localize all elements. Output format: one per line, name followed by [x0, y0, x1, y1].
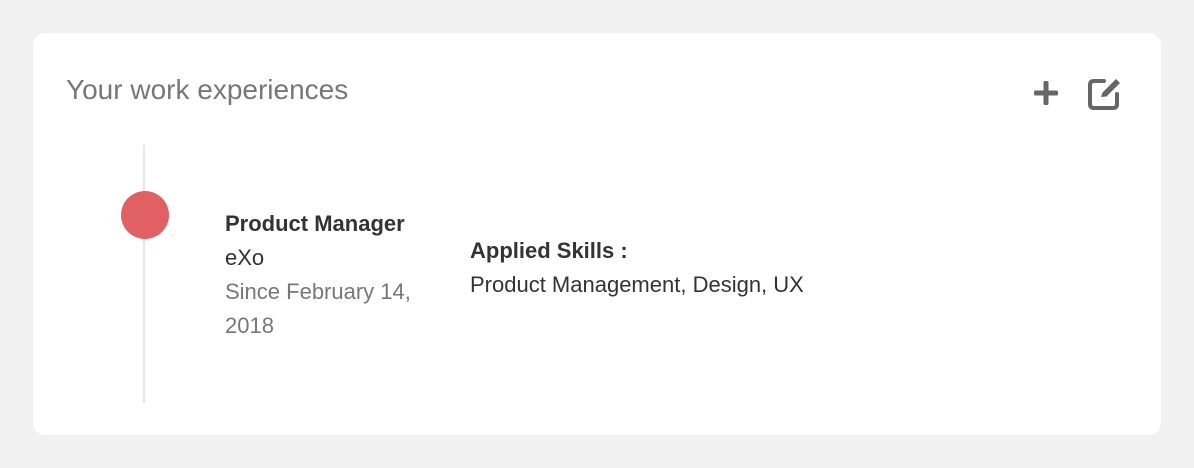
timeline-dot — [121, 191, 169, 239]
work-experiences-card: Your work experiences Product Manager eX… — [33, 33, 1161, 435]
add-experience-button[interactable] — [1026, 73, 1066, 113]
company-name: eXo — [225, 245, 265, 270]
timeline-line — [143, 145, 145, 403]
edit-experiences-button[interactable] — [1085, 73, 1125, 113]
applied-skills: Applied Skills : Product Management, Des… — [470, 235, 1110, 303]
start-date: Since February 14, 2018 — [225, 279, 411, 338]
card-title: Your work experiences — [66, 74, 349, 105]
plus-icon — [1031, 78, 1061, 108]
job-position: Product Manager — [225, 211, 405, 236]
experience-item: Product Manager eXo Since February 14, 2… — [225, 208, 445, 343]
skills-label: Applied Skills : — [470, 238, 628, 263]
skills-list: Product Management, Design, UX — [470, 272, 804, 297]
edit-icon — [1086, 74, 1124, 112]
